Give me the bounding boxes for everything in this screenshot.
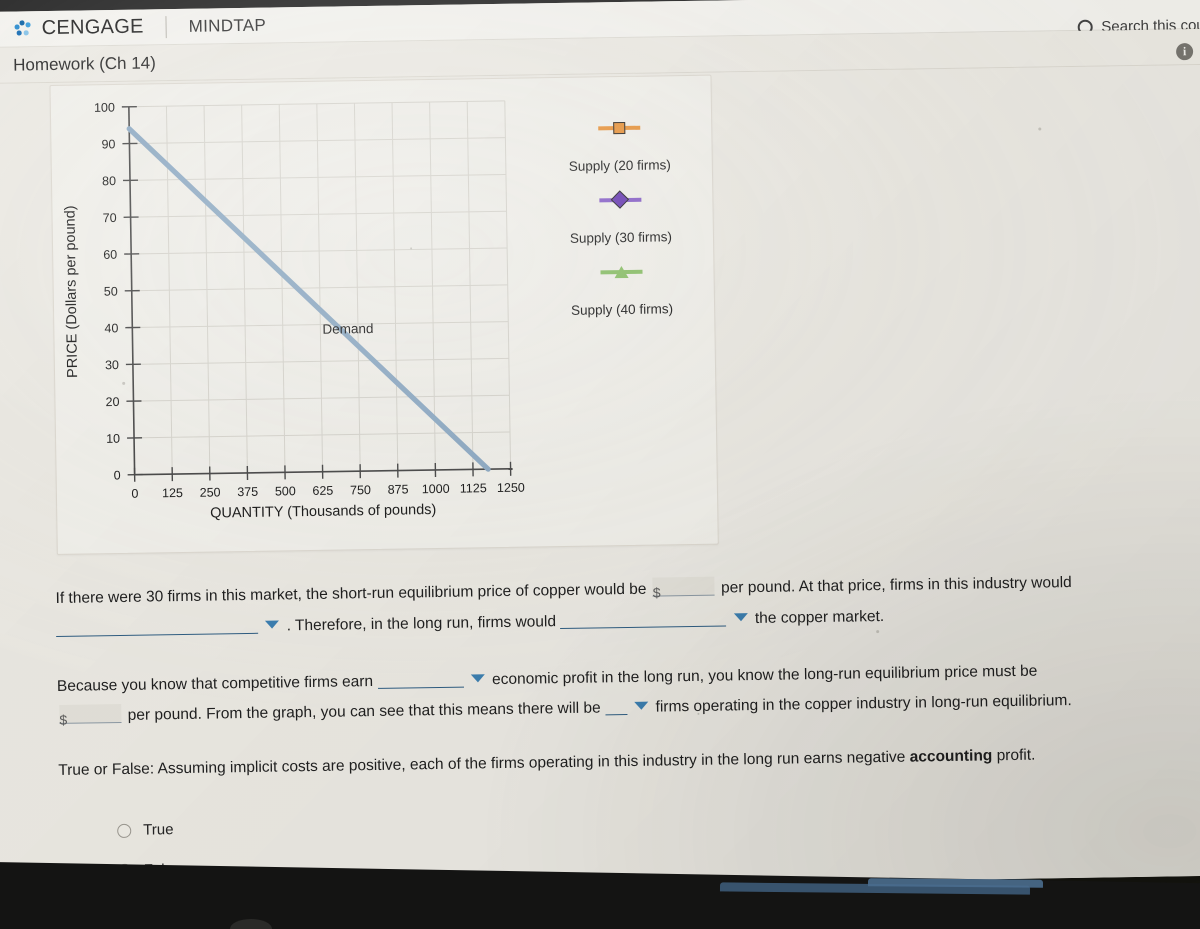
svg-text:70: 70 [103,211,117,225]
legend-label: Supply (40 firms) [570,301,674,318]
q2-currency-symbol: $ [59,711,68,728]
legend-entry-supply-40[interactable]: Supply (40 firms) [570,262,673,318]
svg-text:0: 0 [131,487,138,501]
q1-currency-symbol: $ [652,584,661,601]
q1-text-c: . Therefore, in the long run, firms woul… [286,613,557,635]
q2-dropdown-2-line[interactable] [604,699,628,716]
legend-marker-triangle-icon [600,263,643,282]
legend-entry-supply-20[interactable]: Supply (20 firms) [568,118,671,174]
svg-text:90: 90 [101,137,115,151]
cengage-brand[interactable]: CENGAGE MINDTAP [14,14,266,41]
svg-text:80: 80 [102,174,116,188]
q1-dropdown-1-line[interactable] [55,617,259,637]
x-axis-title: QUANTITY (Thousands of pounds) [210,502,436,522]
q2-dropdown-1-chevron-down-icon[interactable] [470,674,485,683]
photo-of-laptop-screen: grademiners.com (848) ✤ Pro CENGAGE MIND… [0,0,1200,929]
svg-text:40: 40 [104,321,118,335]
q2-text-c: per pound. From the graph, you can see t… [127,699,601,724]
svg-text:20: 20 [105,395,119,409]
q1-text-d: the copper market. [754,607,885,627]
svg-text:60: 60 [103,248,117,262]
product-name: MINDTAP [188,15,267,36]
q1-price-input[interactable]: $ [652,576,715,601]
x-axis-tick-labels: 0 125 250 375 500 625 750 875 1000 1125 … [131,481,525,501]
svg-text:1125: 1125 [460,481,487,495]
legend-marker-diamond-icon [599,190,642,210]
assignment-content: 100 90 80 70 60 50 40 30 20 10 0 0 125 2… [0,64,1200,895]
q1-dropdown-2-chevron-down-icon[interactable] [733,613,748,622]
svg-text:500: 500 [275,484,296,498]
q3-prompt-end: profit. [996,746,1036,765]
y-axis-tick-labels: 100 90 80 70 60 50 40 30 20 10 0 [94,100,121,482]
svg-text:1250: 1250 [497,481,525,495]
chart-panel: 100 90 80 70 60 50 40 30 20 10 0 0 125 2… [49,74,719,555]
brand-name: CENGAGE [41,15,144,40]
svg-text:0: 0 [114,468,121,482]
svg-text:125: 125 [162,486,183,500]
q3-prompt-start: True or False: Assuming implicit costs a… [58,748,906,779]
laptop-hinge-lip-secondary [867,878,1044,888]
q1-text-b: per pound. At that price, firms in this … [720,574,1072,597]
legend-label: Supply (20 firms) [568,157,671,174]
q3-emphasis: accounting [909,747,993,766]
radio-option-true[interactable]: True [117,821,174,839]
q2-price-input[interactable]: $ [59,703,122,728]
radio-button-icon[interactable] [117,823,132,838]
laptop-screen: grademiners.com (848) ✤ Pro CENGAGE MIND… [0,0,1200,895]
svg-text:375: 375 [237,485,258,499]
q2-text-d: firms operating in the copper industry i… [655,692,1072,716]
q1-text-a: If there were 30 firms in this market, t… [55,580,647,607]
legend-marker-square-icon [598,119,641,138]
q2-text-a: Because you know that competitive firms … [56,673,374,695]
svg-text:50: 50 [104,284,118,298]
svg-text:100: 100 [94,100,115,114]
svg-text:750: 750 [350,483,371,497]
svg-text:875: 875 [388,482,409,496]
radio-label: True [143,821,174,839]
demand-series-label: Demand [322,321,373,337]
svg-text:30: 30 [105,358,119,372]
svg-text:625: 625 [312,484,333,498]
svg-text:1000: 1000 [422,482,450,496]
y-axis-title: PRICE (Dollars per pound) [62,205,81,378]
q2-text-b: economic profit in the long run, you kno… [491,662,1038,689]
q1-dropdown-1-chevron-down-icon[interactable] [265,620,280,629]
q1-dropdown-2-line[interactable] [560,610,727,630]
legend-label: Supply (30 firms) [569,229,673,246]
q2-dropdown-1-line[interactable] [377,671,464,689]
brand-divider [165,15,167,38]
legend-entry-supply-30[interactable]: Supply (30 firms) [569,190,672,246]
page-title: Homework (Ch 14) [13,52,156,75]
chart-legend: Supply (20 firms) Supply (30 firms) Supp… [539,118,702,336]
svg-text:250: 250 [200,485,221,499]
q2-dropdown-2-chevron-down-icon[interactable] [634,701,649,710]
svg-text:10: 10 [106,432,120,446]
cengage-logo-icon [14,20,31,37]
